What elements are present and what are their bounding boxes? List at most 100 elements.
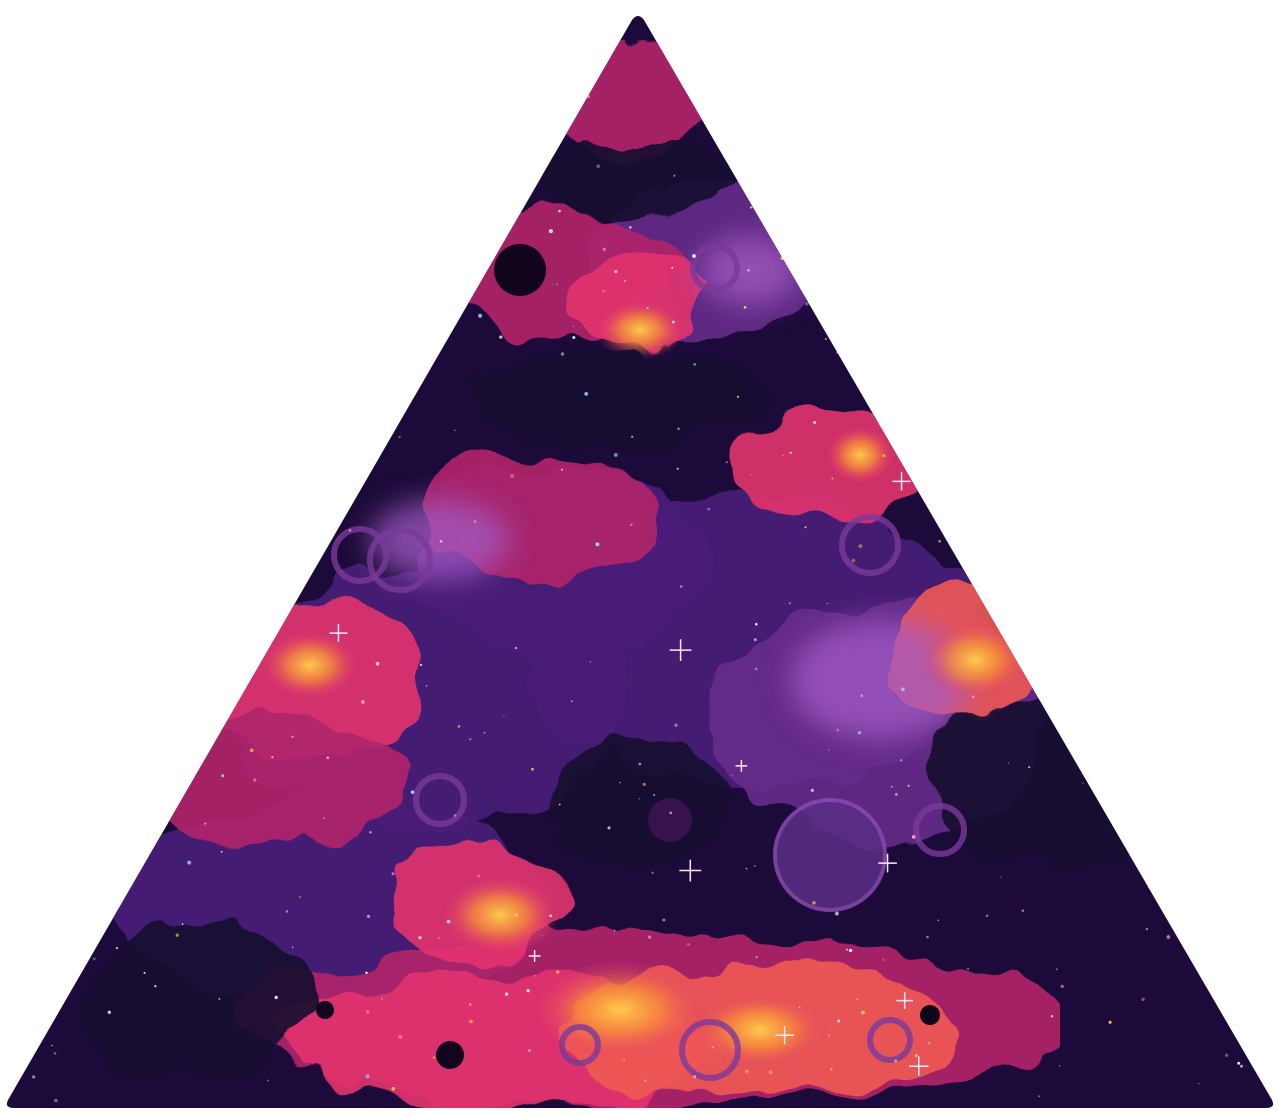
star <box>1008 163 1012 167</box>
star <box>787 182 791 186</box>
star <box>185 36 189 40</box>
star <box>230 636 234 640</box>
star <box>418 936 422 940</box>
star <box>287 323 291 327</box>
star <box>14 913 19 918</box>
star <box>398 1035 403 1039</box>
star <box>40 602 43 604</box>
star <box>994 523 999 528</box>
star <box>813 421 817 425</box>
star <box>964 551 967 554</box>
star <box>53 1052 57 1055</box>
sparkle <box>348 382 362 397</box>
star <box>249 347 254 351</box>
star <box>778 34 782 37</box>
star <box>669 811 673 815</box>
star <box>1025 607 1028 610</box>
star <box>810 788 814 792</box>
star <box>453 429 456 432</box>
star <box>997 382 1000 386</box>
star <box>750 474 752 476</box>
star <box>97 706 100 709</box>
star <box>858 544 863 549</box>
star <box>755 956 758 959</box>
star <box>707 507 711 511</box>
star <box>1000 876 1002 878</box>
star <box>94 317 98 321</box>
star <box>145 354 149 358</box>
star <box>1063 448 1067 452</box>
star <box>297 246 301 250</box>
star <box>203 822 207 825</box>
star <box>172 374 177 379</box>
star <box>1082 773 1084 775</box>
star <box>62 674 66 678</box>
star <box>483 731 486 734</box>
star <box>693 363 696 366</box>
star <box>928 393 930 396</box>
star <box>624 988 627 991</box>
star <box>1009 601 1011 603</box>
star <box>82 110 86 114</box>
star <box>391 872 395 876</box>
star <box>123 161 125 164</box>
star <box>97 165 102 169</box>
star <box>1235 982 1238 985</box>
star <box>745 1069 749 1074</box>
nebula-layer <box>6 16 1274 1108</box>
star <box>1147 885 1152 889</box>
star <box>1264 994 1269 998</box>
star <box>587 94 591 98</box>
star <box>236 52 241 57</box>
star <box>1038 1095 1041 1098</box>
star <box>1131 313 1134 316</box>
star <box>901 687 905 692</box>
star <box>776 90 781 95</box>
star <box>1007 762 1010 764</box>
star <box>631 435 634 438</box>
star <box>1182 103 1186 107</box>
star <box>249 398 254 403</box>
star <box>558 803 561 806</box>
star <box>1100 729 1103 732</box>
star <box>534 975 536 977</box>
star <box>490 137 494 141</box>
star <box>165 442 170 447</box>
star <box>365 1009 370 1014</box>
star <box>937 919 939 921</box>
star <box>330 153 335 157</box>
star <box>469 1019 473 1024</box>
star <box>1196 603 1200 606</box>
star <box>706 110 709 114</box>
star <box>711 1045 715 1049</box>
star <box>438 937 440 939</box>
star <box>1232 884 1235 887</box>
star <box>743 306 747 309</box>
star <box>225 145 228 149</box>
star <box>596 164 600 168</box>
star <box>60 194 65 198</box>
star <box>992 137 996 141</box>
star <box>1133 239 1136 241</box>
star <box>638 762 642 766</box>
star <box>514 646 518 650</box>
star <box>1196 870 1199 872</box>
star <box>910 47 913 50</box>
star <box>619 781 621 784</box>
star <box>966 967 970 970</box>
star <box>149 224 152 227</box>
star <box>43 1018 45 1020</box>
star <box>309 512 313 516</box>
star <box>674 723 678 727</box>
star <box>499 335 503 339</box>
star <box>1123 32 1126 35</box>
star <box>1076 458 1081 462</box>
star <box>804 526 807 529</box>
star <box>957 88 960 91</box>
star <box>646 306 649 310</box>
star <box>731 1046 733 1049</box>
star <box>453 813 457 817</box>
star <box>560 352 565 356</box>
star <box>32 367 35 371</box>
star <box>179 662 183 667</box>
